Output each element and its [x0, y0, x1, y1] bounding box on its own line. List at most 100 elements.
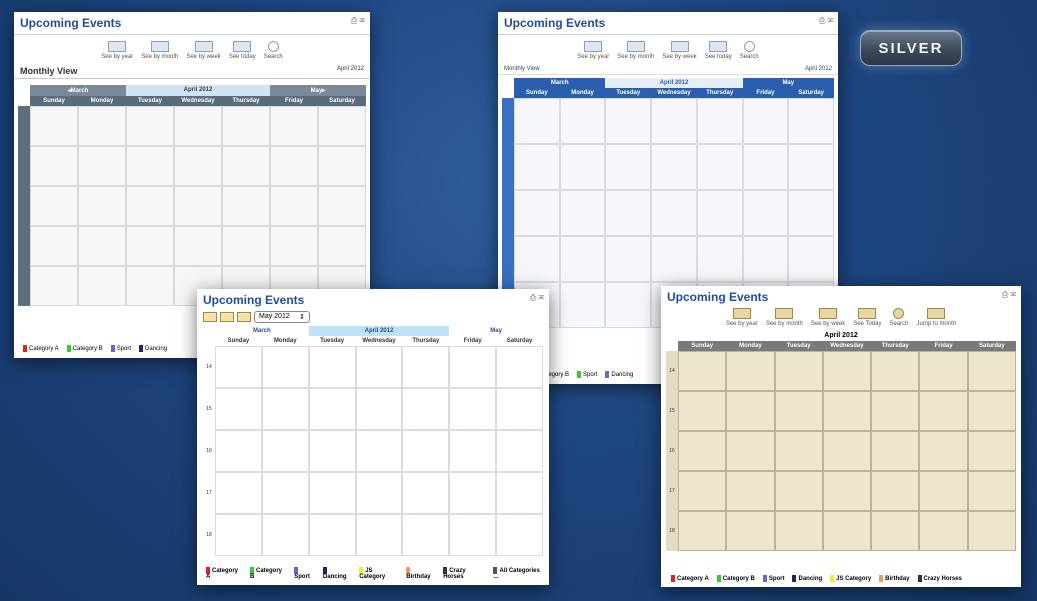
- day-cell[interactable]: [822, 511, 872, 551]
- day-cell[interactable]: [967, 511, 1016, 551]
- day-cell[interactable]: [605, 282, 652, 328]
- day-cell[interactable]: [651, 144, 697, 190]
- day-cell[interactable]: [496, 472, 543, 514]
- day-cell[interactable]: [222, 106, 270, 146]
- toolbar-item[interactable]: See by month: [617, 41, 654, 60]
- day-cell[interactable]: [967, 351, 1016, 391]
- day-cell[interactable]: [678, 511, 727, 551]
- day-cell[interactable]: [919, 391, 968, 431]
- day-cell[interactable]: [774, 511, 823, 551]
- legend-item[interactable]: Category B: [66, 344, 103, 352]
- day-cell[interactable]: [496, 430, 543, 472]
- day-cell[interactable]: [919, 431, 968, 471]
- legend-item[interactable]: JS Category: [359, 566, 398, 580]
- day-cell[interactable]: [967, 471, 1016, 511]
- legend-item[interactable]: Birthday: [879, 574, 910, 582]
- day-cell[interactable]: [222, 186, 270, 226]
- day-cell[interactable]: [270, 226, 318, 266]
- toolbar-item[interactable]: Search: [889, 308, 909, 327]
- week-number[interactable]: 14: [666, 351, 678, 391]
- week-number[interactable]: [18, 146, 30, 186]
- week-number[interactable]: [502, 98, 514, 144]
- day-cell[interactable]: [919, 471, 968, 511]
- day-cell[interactable]: [742, 98, 789, 144]
- day-cell[interactable]: [559, 282, 606, 328]
- toolbar-item[interactable]: See by month: [766, 308, 803, 327]
- day-cell[interactable]: [402, 388, 450, 430]
- day-cell[interactable]: [514, 144, 560, 190]
- day-cell[interactable]: [174, 146, 222, 186]
- day-cell[interactable]: [605, 144, 652, 190]
- day-cell[interactable]: [696, 144, 743, 190]
- legend-item[interactable]: Dancing: [322, 566, 351, 580]
- week-view-icon[interactable]: [237, 312, 251, 322]
- toolbar-item[interactable]: See today: [705, 41, 732, 60]
- day-cell[interactable]: [126, 266, 174, 306]
- week-number[interactable]: [502, 144, 514, 190]
- week-number[interactable]: [18, 226, 30, 266]
- day-cell[interactable]: [270, 146, 318, 186]
- week-number[interactable]: [502, 236, 514, 282]
- day-cell[interactable]: [449, 430, 497, 472]
- day-cell[interactable]: [261, 346, 309, 388]
- day-cell[interactable]: [215, 514, 262, 556]
- day-cell[interactable]: [559, 236, 606, 282]
- day-cell[interactable]: [449, 472, 497, 514]
- day-cell[interactable]: [270, 106, 318, 146]
- toolbar-item[interactable]: Search: [740, 41, 759, 60]
- day-cell[interactable]: [651, 98, 697, 144]
- day-cell[interactable]: [318, 146, 366, 186]
- week-number[interactable]: [502, 190, 514, 236]
- day-cell[interactable]: [822, 391, 872, 431]
- legend-item[interactable]: Sport: [577, 370, 597, 378]
- week-number[interactable]: [18, 186, 30, 226]
- day-cell[interactable]: [726, 511, 775, 551]
- day-cell[interactable]: [788, 190, 834, 236]
- week-number[interactable]: 16: [666, 431, 678, 471]
- day-cell[interactable]: [742, 144, 789, 190]
- legend-item[interactable]: All Categories ...: [493, 566, 544, 580]
- day-cell[interactable]: [605, 190, 652, 236]
- legend-item[interactable]: Birthday: [406, 566, 435, 580]
- day-cell[interactable]: [967, 431, 1016, 471]
- day-cell[interactable]: [774, 431, 823, 471]
- week-number[interactable]: [18, 106, 30, 146]
- day-cell[interactable]: [919, 511, 968, 551]
- day-cell[interactable]: [678, 391, 727, 431]
- day-cell[interactable]: [559, 144, 606, 190]
- day-cell[interactable]: [355, 514, 403, 556]
- legend-item[interactable]: Dancing: [792, 574, 822, 582]
- week-number[interactable]: 17: [203, 472, 215, 514]
- legend-item[interactable]: Crazy Horses: [443, 566, 485, 580]
- day-cell[interactable]: [496, 346, 543, 388]
- toolbar-item[interactable]: See by year: [726, 308, 758, 327]
- legend-item[interactable]: Category A: [206, 566, 242, 580]
- print-email-icon[interactable]: ⎙ ✉: [819, 16, 833, 26]
- day-cell[interactable]: [308, 346, 356, 388]
- day-cell[interactable]: [261, 472, 309, 514]
- print-email-icon[interactable]: ⎙ ✉: [351, 16, 365, 26]
- day-cell[interactable]: [559, 98, 606, 144]
- day-cell[interactable]: [355, 346, 403, 388]
- day-cell[interactable]: [788, 144, 834, 190]
- day-cell[interactable]: [215, 472, 262, 514]
- day-cell[interactable]: [651, 236, 697, 282]
- legend-item[interactable]: Dancing: [605, 370, 633, 378]
- next-month-link[interactable]: May: [449, 326, 543, 336]
- day-cell[interactable]: [514, 236, 560, 282]
- legend-item[interactable]: Sport: [294, 566, 315, 580]
- day-cell[interactable]: [174, 226, 222, 266]
- day-cell[interactable]: [215, 346, 262, 388]
- toolbar-item[interactable]: See Today: [853, 308, 881, 327]
- day-cell[interactable]: [318, 226, 366, 266]
- day-cell[interactable]: [822, 431, 872, 471]
- day-cell[interactable]: [215, 430, 262, 472]
- day-cell[interactable]: [261, 430, 309, 472]
- day-cell[interactable]: [822, 351, 872, 391]
- legend-item[interactable]: Sport: [110, 344, 131, 352]
- day-cell[interactable]: [30, 226, 78, 266]
- day-cell[interactable]: [30, 106, 78, 146]
- day-cell[interactable]: [308, 430, 356, 472]
- year-view-icon[interactable]: [203, 312, 217, 322]
- week-number[interactable]: 14: [203, 346, 215, 388]
